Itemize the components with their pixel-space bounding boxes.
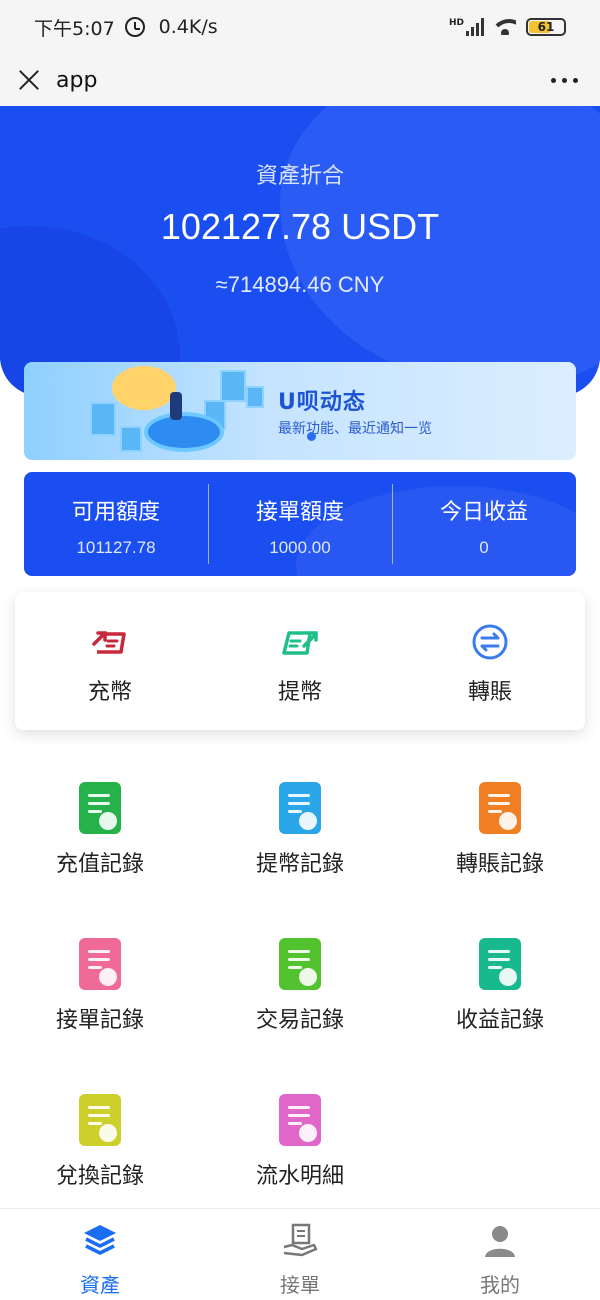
- status-time: 下午5:07: [34, 17, 115, 40]
- cube-illustration: [120, 426, 142, 452]
- income-record-item[interactable]: 收益記錄: [400, 916, 600, 1056]
- trade-record-icon: [279, 938, 321, 990]
- title-bar: app: [0, 54, 600, 106]
- deposit-record-item[interactable]: 充值記錄: [0, 760, 200, 900]
- income-record-icon: [479, 938, 521, 990]
- grid-label: 充值記錄: [55, 852, 144, 877]
- status-bar: 下午5:07 0.4K/s HD 61: [0, 0, 600, 54]
- stat-label: 可用額度: [71, 500, 160, 525]
- battery-level: 61: [537, 20, 555, 34]
- grid-label: 提幣記錄: [255, 852, 344, 877]
- more-menu-icon[interactable]: [547, 70, 582, 91]
- signal-icon: HD: [449, 18, 484, 36]
- layers-icon: [84, 1225, 116, 1255]
- signal-tag: HD: [448, 18, 464, 28]
- transfer-button[interactable]: 轉賬: [395, 592, 585, 730]
- news-banner[interactable]: U呗动态 最新功能、最近通知一览: [24, 362, 576, 460]
- withdraw-button[interactable]: 提幣: [205, 592, 395, 730]
- deposit-icon: [92, 631, 126, 654]
- cube-illustration: [90, 402, 116, 436]
- nav-label: 我的: [480, 1273, 520, 1297]
- stat-order-quota: 接單額度 1000.00: [208, 472, 392, 576]
- stat-label: 今日收益: [439, 500, 528, 525]
- nav-label: 接單: [280, 1273, 320, 1297]
- grid-label: 流水明細: [255, 1164, 344, 1189]
- grid-label: 交易記錄: [255, 1008, 344, 1033]
- exchange-record-item[interactable]: 兌換記錄: [0, 1072, 200, 1212]
- deposit-record-icon: [79, 782, 121, 834]
- grid-label: 接單記錄: [55, 1008, 144, 1033]
- trade-record-item[interactable]: 交易記錄: [200, 916, 400, 1056]
- coin-illustration: [112, 366, 176, 410]
- stat-available-quota: 可用額度 101127.78: [24, 472, 208, 576]
- nav-orders[interactable]: 接單: [200, 1209, 400, 1300]
- withdraw-record-item[interactable]: 提幣記錄: [200, 760, 400, 900]
- grid-label: 收益記錄: [455, 1008, 544, 1033]
- stat-value: 1000.00: [269, 538, 331, 557]
- platform-illustration: [144, 412, 224, 452]
- nav-assets[interactable]: 資產: [0, 1209, 200, 1300]
- user-icon: [485, 1226, 515, 1257]
- flow-detail-item[interactable]: 流水明細: [200, 1072, 400, 1212]
- order-record-item[interactable]: 接單記錄: [0, 916, 200, 1056]
- withdraw-record-icon: [279, 782, 321, 834]
- asset-total: 102127.78 USDT: [160, 206, 440, 247]
- banner-subtitle: 最新功能、最近通知一览: [278, 421, 432, 437]
- exchange-record-icon: [79, 1094, 121, 1146]
- carousel-indicator[interactable]: [307, 432, 316, 441]
- cube-illustration: [246, 386, 264, 408]
- wifi-icon: [494, 19, 516, 35]
- transfer-record-icon: [479, 782, 521, 834]
- stat-value: 101127.78: [76, 538, 156, 557]
- deposit-label: 充幣: [87, 680, 132, 705]
- close-icon[interactable]: [18, 69, 40, 91]
- transfer-record-item[interactable]: 轉賬記錄: [400, 760, 600, 900]
- asset-label: 資產折合: [255, 164, 344, 189]
- order-record-icon: [79, 938, 121, 990]
- bottom-nav: 資產 接單 我的: [0, 1208, 600, 1300]
- nav-profile[interactable]: 我的: [400, 1209, 600, 1300]
- alarm-icon: [124, 17, 145, 37]
- page-title: app: [56, 67, 98, 93]
- stat-label: 接單額度: [255, 500, 344, 525]
- hand-document-icon: [283, 1223, 318, 1257]
- nav-label: 資產: [80, 1273, 120, 1297]
- quota-stats: 可用額度 101127.78 接單額度 1000.00 今日收益 0: [24, 472, 576, 576]
- battery-icon: 61: [526, 18, 566, 36]
- person-illustration: [170, 392, 182, 420]
- asset-summary: 資產折合 102127.78 USDT ≈714894.46 CNY: [0, 106, 600, 396]
- cube-illustration: [220, 370, 246, 402]
- withdraw-label: 提幣: [277, 680, 322, 705]
- deposit-button[interactable]: 充幣: [15, 592, 205, 730]
- grid-label: 兌換記錄: [55, 1164, 144, 1189]
- flow-detail-icon: [279, 1094, 321, 1146]
- transfer-icon: [472, 624, 508, 660]
- quick-actions: 充幣 提幣 轉賬: [15, 592, 585, 730]
- network-speed: 0.4K/s: [158, 16, 218, 38]
- withdraw-icon: [282, 631, 318, 655]
- stat-value: 0: [479, 538, 489, 557]
- asset-cny: ≈714894.46 CNY: [215, 272, 385, 297]
- stat-today-income: 今日收益 0: [392, 472, 576, 576]
- banner-title: U呗动态: [278, 390, 366, 415]
- transfer-label: 轉賬: [467, 680, 512, 705]
- grid-label: 轉賬記錄: [455, 852, 544, 877]
